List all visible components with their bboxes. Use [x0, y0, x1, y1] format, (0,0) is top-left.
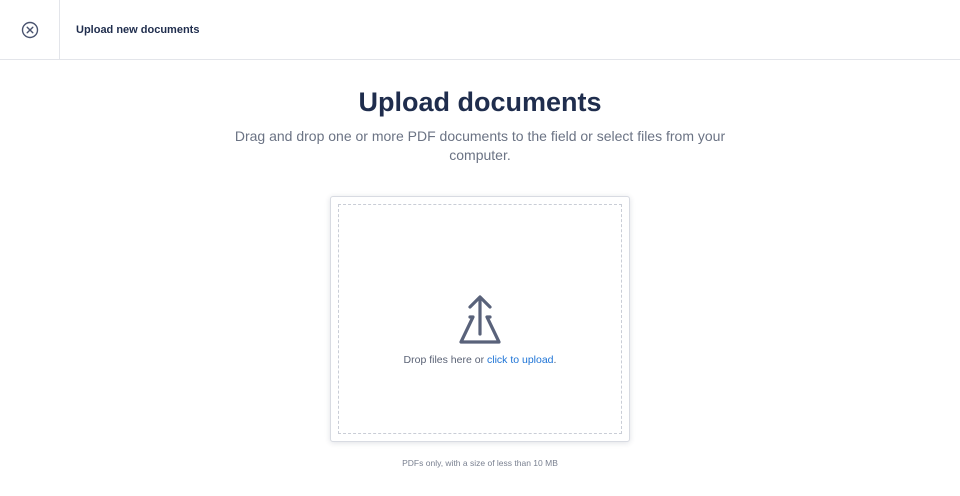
dropzone-text-suffix: . [553, 354, 557, 366]
upload-subtitle: Drag and drop one or more PDF documents … [234, 128, 726, 163]
close-circle-icon [21, 21, 38, 38]
page-title: Upload new documents [76, 23, 200, 36]
top-bar: Upload new documents [0, 0, 960, 60]
dropzone-text: Drop files here or click to upload. [404, 354, 557, 366]
dropzone-text-prefix: Drop files here or [403, 354, 487, 366]
file-dropzone[interactable]: Drop files here or click to upload. [338, 204, 622, 434]
dropzone-card: Drop files here or click to upload. [330, 196, 630, 442]
file-requirements-hint: PDFs only, with a size of less than 10 M… [402, 458, 558, 468]
click-to-upload-link[interactable]: click to upload [487, 354, 554, 366]
upload-icon [459, 295, 501, 344]
upload-heading: Upload documents [358, 87, 602, 117]
close-button[interactable] [0, 0, 60, 60]
